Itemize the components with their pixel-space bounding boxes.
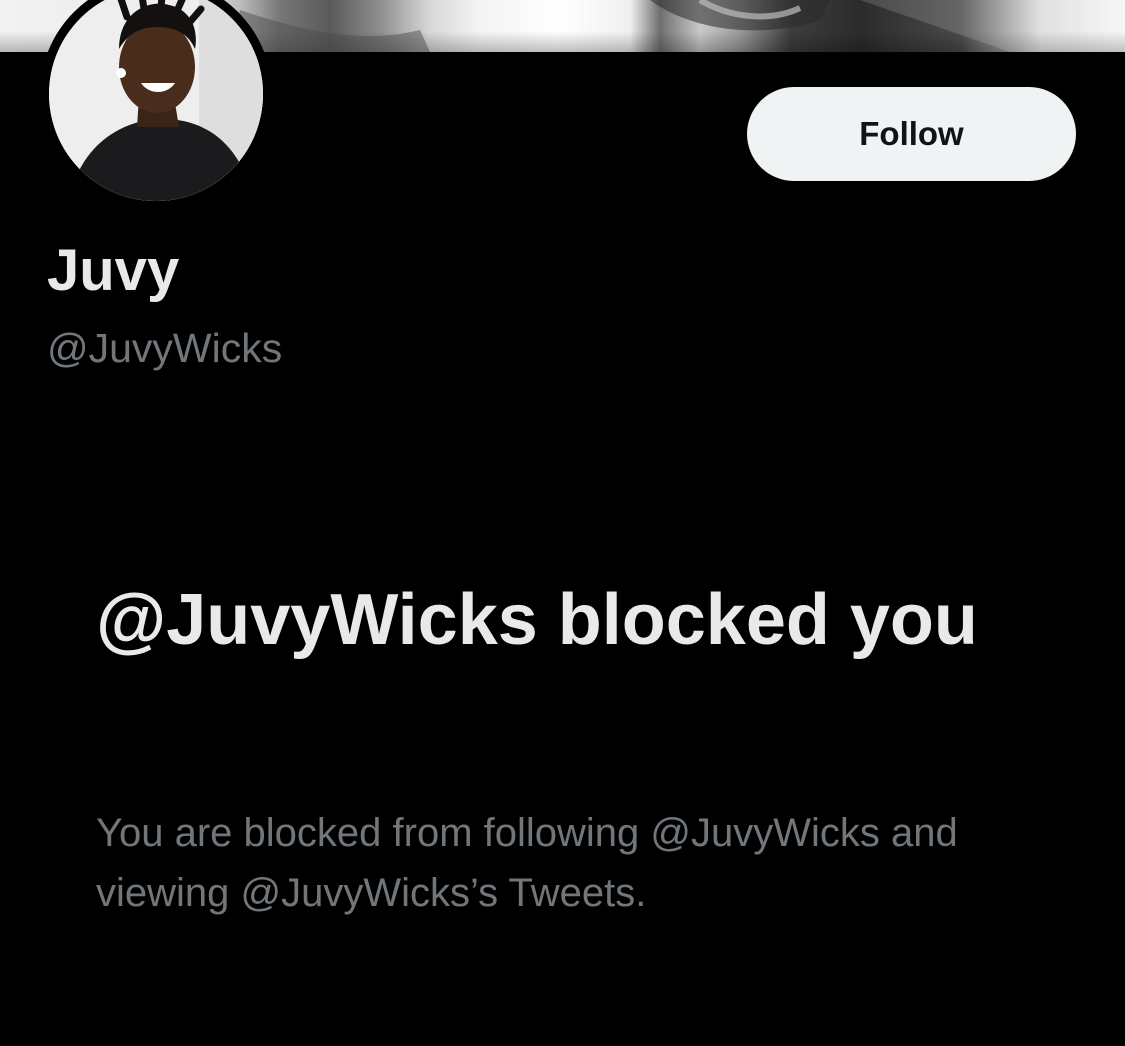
profile-handle: @JuvyWicks xyxy=(47,325,283,371)
profile-display-name: Juvy xyxy=(47,238,180,303)
profile-avatar[interactable] xyxy=(40,0,272,210)
avatar-photo xyxy=(49,0,263,201)
follow-button[interactable]: Follow xyxy=(747,87,1076,181)
blocked-title: @JuvyWicks blocked you xyxy=(96,580,978,660)
blocked-description: You are blocked from following @JuvyWick… xyxy=(96,811,958,915)
